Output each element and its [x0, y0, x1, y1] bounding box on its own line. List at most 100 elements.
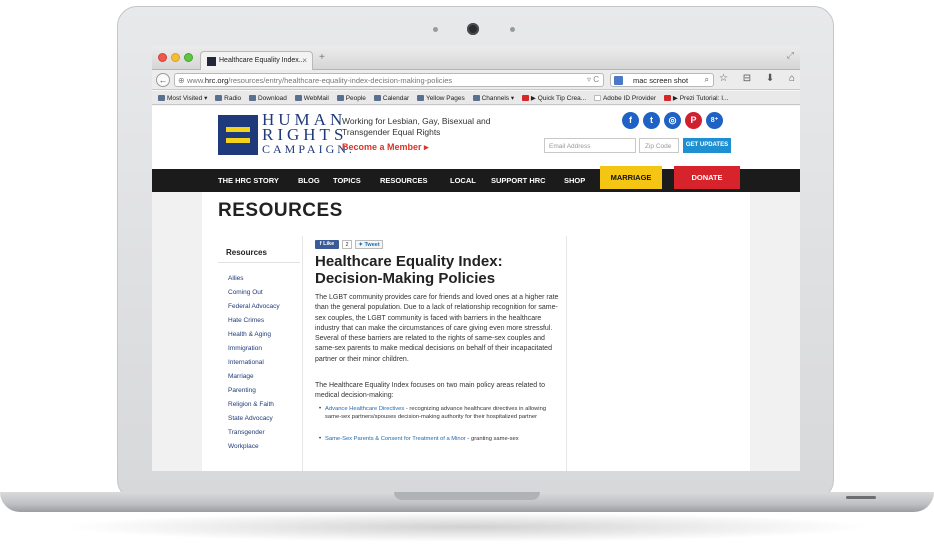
globe-icon: ⊕ — [178, 76, 185, 85]
hrc-icon — [373, 95, 381, 101]
sidebar-item-coming-out[interactable]: Coming Out — [228, 289, 263, 296]
logo-bar-top — [226, 127, 250, 132]
browser-titlebar: Healthcare Equality Index... × + ⤢ — [152, 46, 800, 70]
tab-title: Healthcare Equality Index... — [219, 57, 305, 64]
google-plus-icon[interactable]: 8⁺ — [706, 112, 723, 129]
web-page: HUMAN RIGHTS CAMPAIGN. Working for Lesbi… — [152, 106, 800, 471]
nav-item-blog[interactable]: BLOG — [298, 176, 320, 185]
hrc-icon — [336, 95, 344, 101]
bookmark-item[interactable]: WebMail — [294, 95, 329, 102]
facebook-like-button[interactable]: f Like — [315, 240, 339, 249]
search-engine-icon[interactable] — [614, 76, 623, 85]
minimize-window-icon[interactable] — [171, 53, 180, 62]
sidebar-item-international[interactable]: International — [228, 359, 264, 366]
sidebar-item-parenting[interactable]: Parenting — [228, 387, 256, 394]
zip-field[interactable]: Zip Code — [639, 138, 679, 153]
bookmark-item[interactable]: ▶ Prezi Tutorial: I... — [663, 94, 728, 102]
become-member-link[interactable]: Become a Member ▸ — [342, 142, 429, 153]
url-domain: hrc.org — [204, 76, 229, 85]
search-value: mac screen shot — [633, 76, 689, 85]
laptop-notch — [394, 492, 540, 500]
twitter-bird-icon: ✦ — [358, 242, 363, 248]
like-count: 2 — [342, 240, 352, 249]
sidebar-heading: Resources — [226, 248, 267, 257]
sidebar-item-state-advocacy[interactable]: State Advocacy — [228, 415, 273, 422]
sidebar-item-federal-advocacy[interactable]: Federal Advocacy — [228, 303, 280, 310]
youtube-icon — [521, 95, 529, 101]
bookmark-item[interactable]: ▶ Quick Tip Crea... — [521, 94, 586, 102]
facebook-icon[interactable]: f — [622, 112, 639, 129]
sidebar-item-health-aging[interactable]: Health & Aging — [228, 331, 271, 338]
toolbar-icons[interactable]: ☆ ⊟ ⬇ ⌂ ≡ — [719, 73, 800, 84]
list-item: • Advance Healthcare Directives - recogn… — [319, 406, 547, 420]
marriage-button[interactable]: MARRIAGE — [600, 166, 662, 189]
new-tab-button[interactable]: + — [319, 52, 325, 63]
bookmark-item[interactable]: Adobe ID Provider — [593, 95, 656, 102]
article-content: f Like 2 ✦ Tweet Healthcare Equality Ind… — [302, 236, 567, 471]
bookmarks-bar: Most Visited ▾ Radio Download WebMail Pe… — [152, 91, 800, 105]
bezel-sensor-left — [433, 27, 438, 32]
hrc-favicon-icon — [207, 57, 216, 66]
bookmark-item[interactable]: Most Visited ▾ — [158, 94, 207, 102]
bullet-icon: • — [319, 436, 322, 442]
bookmark-item[interactable]: Radio — [215, 95, 241, 102]
nav-item-hrc-story[interactable]: THE HRC STORY — [218, 176, 279, 185]
site-tagline: Working for Lesbian, Gay, Bisexual and T… — [342, 116, 491, 137]
screenshot-stage: Healthcare Equality Index... × + ⤢ ← ⊕ w… — [0, 0, 934, 556]
nav-item-local[interactable]: LOCAL — [450, 176, 476, 185]
tweet-button[interactable]: ✦ Tweet — [355, 240, 383, 249]
sidebar-item-immigration[interactable]: Immigration — [228, 345, 262, 352]
site-logo-text[interactable]: HUMAN RIGHTS CAMPAIGN. — [262, 111, 355, 157]
bookmark-item[interactable]: Calendar — [373, 95, 409, 102]
bezel-sensor-right — [510, 27, 515, 32]
folder-icon — [472, 95, 480, 101]
reload-icon[interactable]: ▿ C — [587, 75, 599, 84]
logo-line-2: RIGHTS — [262, 125, 348, 144]
browser-tab[interactable]: Healthcare Equality Index... × — [200, 51, 313, 70]
site-header: HUMAN RIGHTS CAMPAIGN. Working for Lesbi… — [152, 106, 800, 169]
hrc-icon — [416, 95, 424, 101]
sidebar-item-workplace[interactable]: Workplace — [228, 443, 259, 450]
pinterest-icon[interactable]: P — [685, 112, 702, 129]
address-bar[interactable]: ⊕ www.hrc.org/resources/entry/healthcare… — [174, 73, 604, 87]
same-sex-parents-link[interactable]: Same-Sex Parents & Consent for Treatment… — [325, 436, 466, 442]
close-window-icon[interactable] — [158, 53, 167, 62]
zoom-window-icon[interactable] — [184, 53, 193, 62]
sidebar-item-transgender[interactable]: Transgender — [228, 429, 265, 436]
get-updates-button[interactable]: GET UPDATES — [683, 138, 731, 153]
bookmark-item[interactable]: People — [336, 95, 366, 102]
fullscreen-icon[interactable]: ⤢ — [787, 50, 794, 61]
email-field[interactable]: Email Address — [544, 138, 636, 153]
sidebar-item-hate-crimes[interactable]: Hate Crimes — [228, 317, 264, 324]
bullet-icon: • — [319, 406, 322, 412]
sidebar-item-allies[interactable]: Allies — [228, 275, 244, 282]
laptop-port — [846, 496, 876, 499]
logo-bar-bottom — [226, 138, 250, 143]
youtube-icon — [663, 95, 671, 101]
sidebar-item-religion-faith[interactable]: Religion & Faith — [228, 401, 274, 408]
search-input[interactable]: mac screen shot ⌕ — [610, 73, 714, 87]
sidebar-divider — [218, 262, 300, 263]
hrc-logo-icon[interactable] — [218, 115, 258, 155]
nav-item-shop[interactable]: SHOP — [564, 176, 585, 185]
laptop-screen: Healthcare Equality Index... × + ⤢ ← ⊕ w… — [152, 46, 800, 471]
folder-icon — [158, 95, 165, 101]
list-item: • Same-Sex Parents & Consent for Treatme… — [319, 436, 519, 442]
back-button[interactable]: ← — [156, 73, 170, 87]
browser-navbar: ← ⊕ www.hrc.org/resources/entry/healthca… — [152, 70, 800, 90]
donate-button[interactable]: DONATE — [674, 166, 740, 189]
bookmark-item[interactable]: Download — [248, 95, 287, 102]
nav-item-topics[interactable]: TOPICS — [333, 176, 361, 185]
sidebar-item-marriage[interactable]: Marriage — [228, 373, 254, 380]
nav-item-support-hrc[interactable]: SUPPORT HRC — [491, 176, 546, 185]
twitter-icon[interactable]: t — [643, 112, 660, 129]
nav-item-resources[interactable]: RESOURCES — [380, 176, 428, 185]
search-icon[interactable]: ⌕ — [705, 75, 709, 85]
url-prefix: www. — [187, 76, 205, 85]
main-nav: THE HRC STORY BLOG TOPICS RESOURCES LOCA… — [152, 166, 800, 192]
tab-close-icon[interactable]: × — [302, 56, 307, 65]
bookmark-item[interactable]: Yellow Pages — [416, 95, 465, 102]
bookmark-item[interactable]: Channels ▾ — [472, 94, 514, 102]
advance-directives-link[interactable]: Advance Healthcare Directives — [325, 406, 404, 412]
instagram-icon[interactable]: ◎ — [664, 112, 681, 129]
